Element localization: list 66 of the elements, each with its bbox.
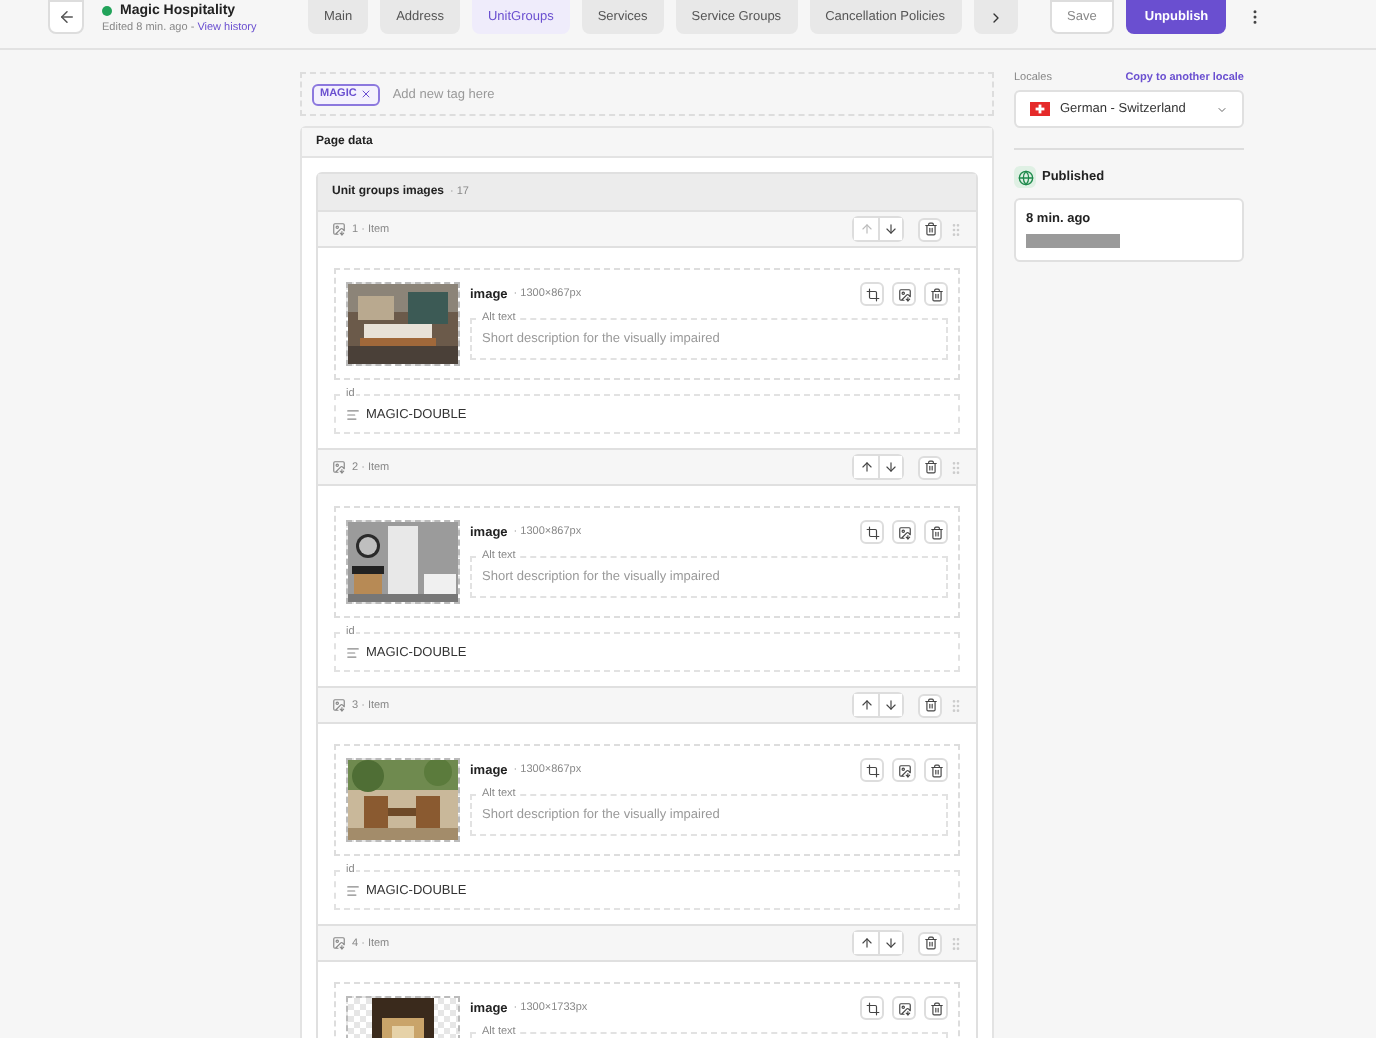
caret-icon (1216, 103, 1228, 115)
arrow-up-icon (859, 222, 873, 236)
move-down-button[interactable] (878, 456, 902, 478)
delete-image-button[interactable] (924, 520, 948, 544)
text-icon (346, 645, 360, 659)
arrow-down-icon (884, 222, 898, 236)
text-icon (346, 883, 360, 897)
drag-handle-icon[interactable] (948, 697, 964, 713)
arrow-down-icon (884, 460, 898, 474)
drag-handle-icon[interactable] (948, 459, 964, 475)
crop-button[interactable] (860, 520, 884, 544)
trash-icon (923, 222, 937, 236)
delete-image-button[interactable] (924, 282, 948, 306)
image-icon (897, 1001, 911, 1015)
image-icon (897, 763, 911, 777)
drag-handle-icon[interactable] (948, 221, 964, 237)
move-down-button[interactable] (878, 694, 902, 716)
replace-image-button[interactable] (892, 282, 916, 306)
delete-button[interactable] (918, 693, 942, 717)
image-icon (897, 525, 911, 539)
close-icon[interactable] (360, 88, 373, 100)
delete-image-button[interactable] (924, 758, 948, 782)
trash-icon (923, 698, 937, 712)
crop-icon (865, 525, 879, 539)
arrow-up-icon (859, 936, 873, 950)
crop-button[interactable] (860, 758, 884, 782)
crop-icon (865, 287, 879, 301)
replace-image-button[interactable] (892, 520, 916, 544)
arrow-up-icon (859, 460, 873, 474)
delete-button[interactable] (918, 217, 942, 241)
trash-icon (929, 287, 943, 301)
trash-icon (929, 763, 943, 777)
crop-icon (865, 763, 879, 777)
back-button[interactable] (48, 0, 84, 34)
item-icon (332, 698, 346, 712)
crop-button[interactable] (860, 282, 884, 306)
globe-icon (1014, 166, 1036, 188)
move-up-button[interactable] (854, 694, 878, 716)
image-icon (897, 287, 911, 301)
trash-icon (923, 936, 937, 950)
swiss-flag-icon (1030, 102, 1050, 116)
move-down-button[interactable] (878, 932, 902, 954)
trash-icon (923, 460, 937, 474)
move-up-button[interactable] (854, 456, 878, 478)
arrow-down-icon (884, 936, 898, 950)
drag-handle-icon[interactable] (948, 935, 964, 951)
item-icon (332, 936, 346, 950)
back-arrow-icon (57, 8, 75, 26)
status-dot (102, 6, 112, 16)
arrow-down-icon (884, 698, 898, 712)
replace-image-button[interactable] (892, 996, 916, 1020)
delete-button[interactable] (918, 931, 942, 955)
replace-image-button[interactable] (892, 758, 916, 782)
trash-icon (929, 1001, 943, 1015)
delete-image-button[interactable] (924, 996, 948, 1020)
trash-icon (929, 525, 943, 539)
crop-button[interactable] (860, 996, 884, 1020)
move-up-button[interactable] (854, 932, 878, 954)
delete-button[interactable] (918, 455, 942, 479)
arrow-up-icon (859, 698, 873, 712)
crop-icon (865, 1001, 879, 1015)
item-icon (332, 460, 346, 474)
redacted-bar (1026, 234, 1120, 248)
item-icon (332, 222, 346, 236)
move-down-button[interactable] (878, 218, 902, 240)
text-icon (346, 407, 360, 421)
